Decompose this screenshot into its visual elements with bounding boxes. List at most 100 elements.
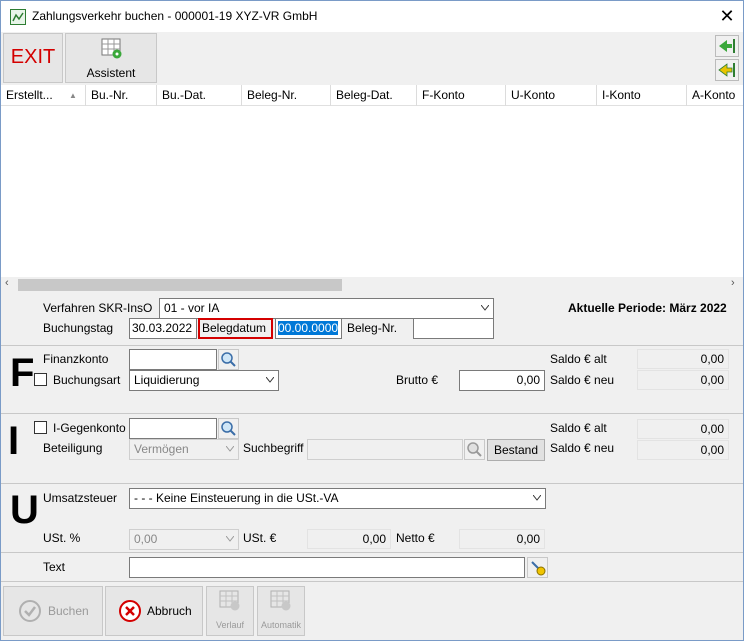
grid-gear-icon (219, 590, 241, 615)
automatik-label: Automatik (260, 620, 302, 630)
gegenkonto-checkbox[interactable] (34, 421, 47, 434)
beleg-nr-input[interactable] (413, 318, 494, 339)
gegenkonto-input[interactable] (129, 418, 217, 439)
umsatzsteuer-select[interactable]: - - - Keine Einsteuerung in die USt.-VA (129, 488, 546, 509)
grid-body[interactable] (1, 106, 743, 277)
ust-eur-value: 0,00 (307, 529, 391, 549)
grid-gear-icon (270, 590, 292, 615)
f-saldo-alt-value: 0,00 (637, 349, 729, 369)
belegdatum-label: Belegdatum (198, 318, 273, 339)
column-header-i-konto[interactable]: I-Konto (597, 85, 687, 106)
chevron-down-icon (481, 305, 489, 311)
i-saldo-neu-label: Saldo € neu (550, 441, 615, 455)
beteiligung-select[interactable]: Vermögen (129, 439, 239, 460)
ust-pct-select[interactable]: 0,00 (129, 529, 239, 550)
column-header-erstellt[interactable]: Erstellt... ▲ (1, 85, 86, 106)
divider (1, 581, 743, 582)
netto-value: 0,00 (459, 529, 545, 549)
section-u-letter: U (10, 488, 39, 532)
finanzkonto-search-icon[interactable] (218, 349, 239, 370)
column-header-beleg-nr[interactable]: Beleg-Nr. (242, 85, 331, 106)
buchungsart-select[interactable]: Liquidierung (129, 370, 279, 391)
aktuelle-periode: Aktuelle Periode: März 2022 (568, 301, 727, 315)
assistent-button[interactable]: Assistent (65, 33, 157, 83)
finanzkonto-label: Finanzkonto (43, 352, 109, 366)
close-icon[interactable]: ✕ (717, 5, 737, 27)
chevron-down-icon (226, 536, 234, 542)
buchen-label: Buchen (48, 604, 89, 618)
app-icon (10, 9, 26, 25)
buchungsart-label: Buchungsart (53, 373, 121, 387)
brutto-input[interactable]: 0,00 (459, 370, 545, 391)
sort-ascending-icon: ▲ (69, 91, 77, 100)
verlauf-label: Verlauf (215, 620, 245, 630)
f-saldo-neu-label: Saldo € neu (550, 373, 615, 387)
buchungstag-input[interactable]: 30.03.2022 (129, 318, 197, 339)
buchungsart-checkbox[interactable] (34, 373, 47, 386)
netto-label: Netto € (396, 531, 435, 545)
exit-button[interactable]: EXIT (3, 33, 63, 83)
divider (1, 413, 743, 414)
column-header-bu-nr[interactable]: Bu.-Nr. (86, 85, 157, 106)
abbruch-button[interactable]: Abbruch (105, 586, 203, 636)
bestand-button[interactable]: Bestand (487, 439, 545, 461)
column-header-bu-dat[interactable]: Bu.-Dat. (157, 85, 242, 106)
belegdatum-input[interactable]: 00.00.0000 (275, 318, 342, 339)
grid-header: Erstellt... ▲ Bu.-Nr. Bu.-Dat. Beleg-Nr.… (1, 85, 743, 106)
title-bar: Zahlungsverkehr buchen - 000001-19 XYZ-V… (1, 1, 743, 32)
column-header-f-konto[interactable]: F-Konto (417, 85, 506, 106)
arrow-left-yellow-icon[interactable] (715, 59, 739, 81)
arrow-left-green-icon[interactable] (715, 35, 739, 57)
booking-window: Zahlungsverkehr buchen - 000001-19 XYZ-V… (0, 0, 744, 641)
i-saldo-neu-value: 0,00 (637, 440, 729, 460)
chevron-down-icon (266, 377, 274, 383)
finanzkonto-input[interactable] (129, 349, 217, 370)
gegenkonto-label: I-Gegenkonto (53, 421, 126, 435)
scroll-left-icon[interactable]: ‹ (5, 277, 9, 289)
umsatzsteuer-label: Umsatzsteuer (43, 491, 118, 505)
ust-pct-label: USt. % (43, 531, 81, 545)
i-saldo-alt-value: 0,00 (637, 419, 729, 439)
scroll-right-icon[interactable]: › (731, 277, 735, 289)
column-header-beleg-dat[interactable]: Beleg-Dat. (331, 85, 417, 106)
buchen-button[interactable]: Buchen (3, 586, 103, 636)
divider (1, 345, 743, 346)
brutto-label: Brutto € (396, 373, 439, 387)
column-header-u-konto[interactable]: U-Konto (506, 85, 597, 106)
horizontal-scrollbar[interactable]: ‹ › (1, 277, 743, 293)
section-i-letter: I (8, 419, 20, 463)
beleg-nr-label: Beleg-Nr. (347, 321, 398, 335)
assistent-label: Assistent (86, 66, 136, 80)
suchbegriff-input[interactable] (307, 439, 463, 460)
beteiligung-label: Beteiligung (43, 441, 103, 455)
automatik-button[interactable]: Automatik (257, 586, 305, 636)
exit-label: EXIT (10, 46, 56, 68)
f-saldo-neu-value: 0,00 (637, 370, 729, 390)
verfahren-select[interactable]: 01 - vor IA (159, 298, 494, 319)
divider (1, 552, 743, 553)
suchbegriff-label: Suchbegriff (243, 441, 304, 455)
window-title: Zahlungsverkehr buchen - 000001-19 XYZ-V… (32, 9, 318, 23)
section-f-letter: F (10, 351, 35, 395)
text-pick-icon[interactable] (527, 557, 548, 578)
ust-eur-label: USt. € (243, 531, 277, 545)
text-input[interactable] (129, 557, 525, 578)
toolbar: EXIT Assistent (1, 32, 743, 84)
verfahren-label: Verfahren SKR-InsO (43, 301, 153, 315)
grid-gear-icon (101, 38, 123, 63)
cancel-circle-icon (118, 599, 142, 626)
chevron-down-icon (533, 495, 541, 501)
gegenkonto-search-icon[interactable] (218, 418, 239, 439)
f-saldo-alt-label: Saldo € alt (550, 352, 607, 366)
text-label: Text (43, 560, 66, 574)
verlauf-button[interactable]: Verlauf (206, 586, 254, 636)
buchungstag-label: Buchungstag (43, 321, 114, 335)
divider (1, 483, 743, 484)
chevron-down-icon (226, 446, 234, 452)
suchbegriff-search-icon[interactable] (464, 439, 485, 460)
abbruch-label: Abbruch (147, 604, 192, 618)
i-saldo-alt-label: Saldo € alt (550, 421, 607, 435)
column-header-a-konto[interactable]: A-Konto (687, 85, 743, 106)
scrollbar-thumb[interactable] (18, 279, 342, 291)
check-circle-icon (18, 599, 42, 626)
